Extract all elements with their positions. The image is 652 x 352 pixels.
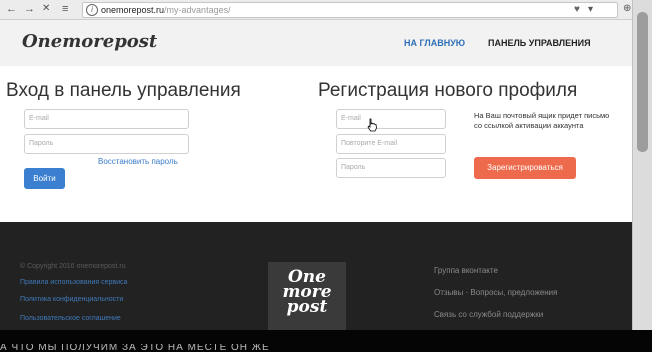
register-title: Регистрация нового профиля (318, 80, 578, 101)
scrollbar[interactable] (632, 0, 652, 330)
login-password-input[interactable]: Пароль (24, 134, 189, 154)
info-icon[interactable]: i (86, 4, 98, 16)
scrollbar-thumb[interactable] (637, 12, 648, 152)
login-button[interactable]: Войти (24, 168, 65, 189)
login-email-input[interactable]: E-mail (24, 109, 189, 129)
register-email-input[interactable]: E-mail (336, 109, 446, 129)
register-password-input[interactable]: Пароль (336, 158, 446, 178)
video-subtitle-bar: А ЧТО МЫ ПОЛУЧИМ ЗА ЭТО НА МЕСТЕ ОН ЖЕ (0, 330, 652, 352)
footer-link-feedback[interactable]: Отзывы · Вопросы, предложения (434, 288, 557, 297)
footer-link-agreement[interactable]: Пользовательское соглашение (20, 315, 121, 322)
nav-dashboard-link[interactable]: ПАНЕЛЬ УПРАВЛЕНИЯ (488, 38, 591, 48)
footer-link-rules[interactable]: Правила использования сервиса (20, 279, 127, 286)
close-icon[interactable]: ✕ (42, 2, 50, 16)
restore-password-link[interactable]: Восстановить пароль (98, 157, 178, 166)
site-header: Onemorepost НА ГЛАВНУЮ ПАНЕЛЬ УПРАВЛЕНИЯ (0, 20, 632, 66)
chevron-down-icon[interactable]: ▾ (588, 3, 593, 17)
hand-cursor-icon (367, 118, 377, 132)
footer-link-support[interactable]: Связь со службой поддержки (434, 310, 543, 319)
site-footer: © Copyright 2016 onemorepost.ru Правила … (0, 222, 632, 330)
badge-line: post (286, 297, 328, 317)
forward-icon[interactable]: → (24, 2, 35, 16)
download-icon[interactable]: ⊕ (623, 2, 631, 16)
register-hint: На Ваш почтовый ящик придет письмо со сс… (474, 111, 610, 130)
main-content: Вход в панель управления E-mail Пароль В… (0, 66, 632, 222)
site-logo[interactable]: Onemorepost (22, 31, 157, 52)
login-title: Вход в панель управления (6, 80, 241, 101)
reader-icon[interactable]: ≡ (62, 2, 68, 16)
footer-link-privacy[interactable]: Политика конфиденциальности (20, 296, 123, 303)
footer-logo-badge: One more post (268, 262, 346, 330)
footer-link-vk[interactable]: Группа вконтакте (434, 266, 498, 275)
register-button[interactable]: Зарегистрироваться (474, 157, 576, 179)
nav-home-link[interactable]: НА ГЛАВНУЮ (404, 38, 465, 48)
register-repeat-email-input[interactable]: Повторите E-mail (336, 134, 446, 154)
browser-toolbar: ← → ✕ ≡ i onemorepost.ru/my-advantages/ … (0, 0, 632, 20)
url-text: onemorepost.ru/my-advantages/ (101, 5, 231, 15)
back-icon[interactable]: ← (6, 2, 17, 16)
subtitle-text: А ЧТО МЫ ПОЛУЧИМ ЗА ЭТО НА МЕСТЕ ОН ЖЕ (0, 344, 270, 352)
address-bar[interactable]: i onemorepost.ru/my-advantages/ ♥ ▾ (82, 2, 618, 18)
heart-icon[interactable]: ♥ (574, 3, 580, 17)
copyright-text: © Copyright 2016 onemorepost.ru (20, 263, 126, 270)
